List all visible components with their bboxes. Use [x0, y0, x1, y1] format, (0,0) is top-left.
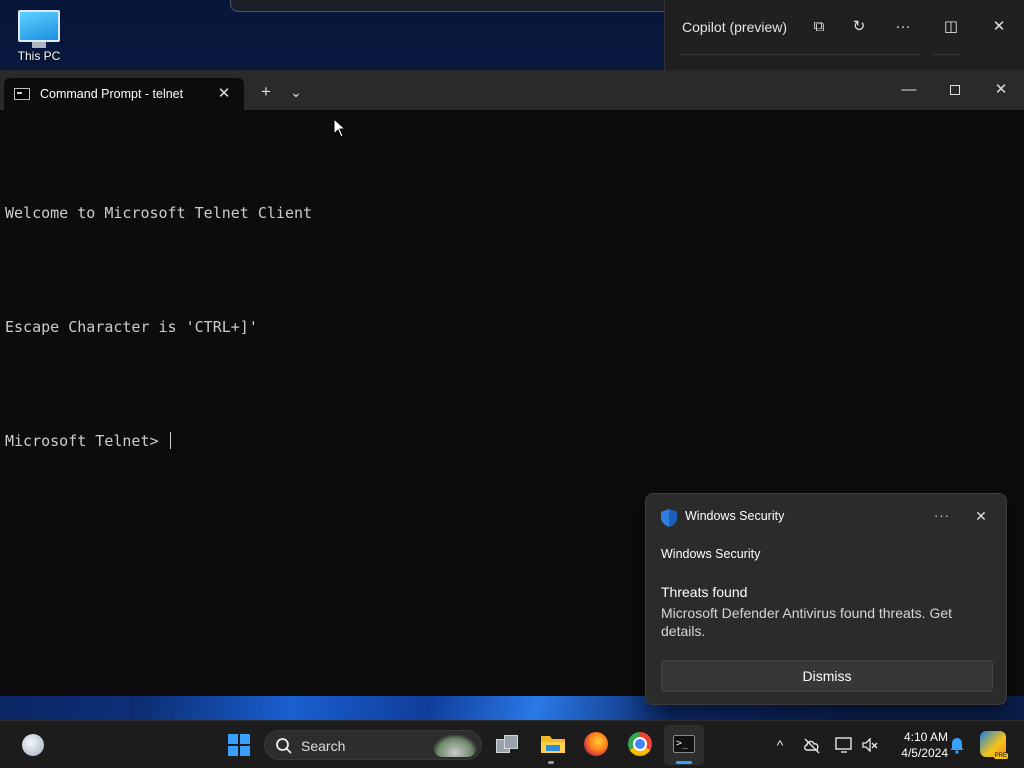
- tab-title: Command Prompt - telnet: [40, 87, 184, 101]
- monitor-icon: [18, 10, 60, 42]
- maximize-icon: [950, 85, 960, 96]
- notification-heading: Threats found: [661, 584, 748, 600]
- terminal-titlebar[interactable]: Command Prompt - telnet ✕ + ⌄ — ✕: [0, 70, 1024, 110]
- dock-pane-icon[interactable]: ◫: [940, 16, 962, 38]
- copilot-pane: Copilot (preview) ⧉ ↻ ··· ◫ ✕: [664, 0, 1024, 70]
- preview-badge: PRE: [993, 753, 1008, 759]
- close-button[interactable]: ✕: [978, 76, 1024, 104]
- copilot-title: Copilot (preview): [682, 19, 788, 35]
- search-label: Search: [301, 738, 346, 754]
- chevron-down-icon[interactable]: ⌄: [284, 80, 308, 104]
- chrome-icon[interactable]: [628, 732, 652, 756]
- new-tab-button[interactable]: +: [254, 80, 278, 104]
- open-external-icon[interactable]: ⧉: [808, 16, 830, 38]
- more-options-icon[interactable]: ···: [892, 16, 914, 38]
- maximize-button[interactable]: [932, 76, 978, 104]
- running-indicator: [548, 761, 554, 764]
- windows-logo-icon: [240, 734, 250, 744]
- chevron-up-icon[interactable]: ^: [770, 735, 790, 755]
- desktop-icon-this-pc[interactable]: This PC: [14, 10, 64, 63]
- copilot-divider: [680, 54, 920, 55]
- close-icon[interactable]: ✕: [970, 506, 992, 526]
- refresh-icon[interactable]: ↻: [848, 16, 870, 38]
- minimize-button[interactable]: —: [886, 76, 932, 104]
- windows-logo-icon: [240, 746, 250, 756]
- file-explorer-icon[interactable]: [540, 733, 566, 755]
- clock-time: 4:10 AM: [903, 730, 948, 744]
- console-prompt-line: Microsoft Telnet>: [5, 422, 705, 460]
- more-options-icon[interactable]: ···: [930, 506, 954, 526]
- security-notification[interactable]: Windows Security ··· ✕ Windows Security …: [645, 493, 1007, 705]
- mouse-pointer-icon: [333, 118, 347, 138]
- search-highlight-image: [433, 735, 477, 757]
- taskbar: Search >_ ^ 4:10 AM 4/5/2024 PRE: [0, 720, 1024, 768]
- network-icon[interactable]: [834, 735, 854, 755]
- firefox-icon[interactable]: [584, 732, 608, 756]
- console-line: Welcome to Microsoft Telnet Client: [5, 204, 313, 222]
- copilot-divider: [933, 54, 959, 55]
- close-icon[interactable]: ✕: [988, 16, 1010, 38]
- terminal-taskbar-button[interactable]: >_: [664, 725, 704, 765]
- taskbar-search[interactable]: Search: [264, 730, 482, 760]
- notification-attribution: Windows Security: [661, 547, 761, 561]
- notification-body: Microsoft Defender Antivirus found threa…: [661, 605, 953, 639]
- shield-icon: [661, 509, 677, 527]
- tab-close-icon[interactable]: ✕: [214, 84, 234, 104]
- search-icon: [276, 738, 292, 754]
- task-view-icon[interactable]: [496, 735, 520, 755]
- start-button[interactable]: [228, 734, 250, 756]
- weather-widget-icon[interactable]: [22, 734, 44, 756]
- windows-logo-icon: [228, 746, 238, 756]
- desktop-icon-label: This PC: [17, 49, 61, 63]
- wallpaper-swirl: [130, 694, 670, 722]
- notification-app-name: Windows Security: [685, 509, 785, 523]
- console-output[interactable]: Welcome to Microsoft Telnet Client Escap…: [5, 118, 705, 536]
- windows-logo-icon: [228, 734, 238, 744]
- notification-bell-icon[interactable]: [948, 736, 966, 754]
- text-cursor: [169, 432, 171, 449]
- active-indicator: [676, 761, 692, 764]
- copilot-taskbar-icon[interactable]: PRE: [980, 731, 1008, 759]
- console-line: Escape Character is 'CTRL+]': [5, 318, 258, 336]
- terminal-icon: >_: [673, 735, 695, 753]
- tab-command-prompt[interactable]: Command Prompt - telnet ✕: [4, 78, 244, 110]
- volume-muted-icon[interactable]: [860, 735, 880, 755]
- clock-date: 4/5/2024: [901, 746, 948, 760]
- system-clock[interactable]: 4:10 AM 4/5/2024: [888, 729, 948, 761]
- command-prompt-icon: [14, 88, 30, 100]
- monitor-stand: [32, 42, 46, 48]
- task-view-icon: [504, 735, 518, 749]
- console-prompt: Microsoft Telnet>: [5, 432, 168, 450]
- cloud-offline-icon[interactable]: [802, 735, 822, 755]
- dismiss-button[interactable]: Dismiss: [661, 660, 993, 692]
